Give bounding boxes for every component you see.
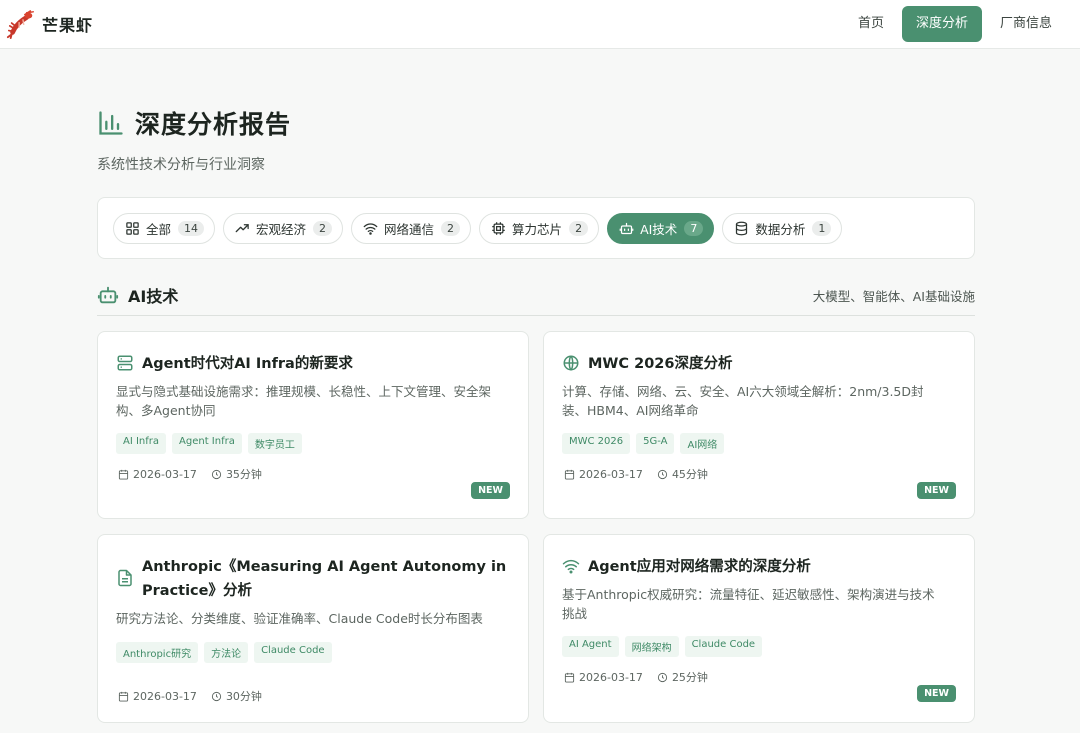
tag: 网络架构 [624, 636, 679, 657]
card-duration: 35分钟 [225, 468, 262, 481]
card-tags: AI Infra Agent Infra 数字员工 [116, 433, 308, 454]
section-description: 大模型、智能体、AI基础设施 [812, 289, 975, 304]
top-navigation-bar: 芒果虾 首页 深度分析 厂商信息 [0, 0, 1080, 49]
brand-name: 芒果虾 [42, 16, 94, 35]
card-date: 2026-03-17 [133, 689, 197, 703]
tag: AI Agent [562, 636, 619, 657]
card-meta: 2026-03-17 30分钟 [118, 688, 262, 704]
report-card[interactable]: MWC 2026深度分析 计算、存储、网络、云、安全、AI六大领域全解析：2nm… [543, 331, 975, 519]
nav-deep-analysis[interactable]: 深度分析 [901, 6, 982, 42]
card-date: 2026-03-17 [579, 467, 643, 481]
trending-up-icon [235, 224, 249, 233]
tag: 方法论 [204, 642, 249, 663]
tag: 数字员工 [247, 433, 302, 454]
clock-icon [657, 469, 668, 479]
card-meta: 2026-03-17 25分钟 [564, 669, 708, 685]
card-title: Anthropic《Measuring AI Agent Autonomy in… [142, 559, 507, 599]
page-heading: 深度分析报告 [97, 105, 291, 141]
card-title: Agent应用对网络需求的深度分析 [588, 559, 811, 575]
robot-icon [97, 286, 119, 304]
filter-label: 算力芯片 [512, 222, 563, 237]
clock-icon [211, 469, 222, 479]
card-description: 计算、存储、网络、云、安全、AI六大领域全解析：2nm/3.5D封装、HBM4、… [562, 384, 924, 418]
new-badge: NEW [917, 482, 956, 499]
card-description: 显式与隐式基础设施需求：推理规模、长稳性、上下文管理、安全架构、多Agent协同 [116, 384, 492, 418]
brand[interactable]: 芒果虾 [6, 9, 93, 39]
filter-label: 宏观经济 [256, 222, 307, 237]
filter-data-analysis[interactable]: 数据分析 1 [722, 213, 843, 244]
report-card[interactable]: Agent应用对网络需求的深度分析 基于Anthropic权威研究：流量特征、延… [543, 534, 975, 723]
document-icon [118, 569, 132, 587]
card-description: 研究方法论、分类维度、验证准确率、Claude Code时长分布图表 [116, 611, 483, 626]
card-date: 2026-03-17 [133, 467, 197, 481]
tag: Agent Infra [172, 433, 242, 454]
filter-count: 2 [569, 221, 589, 236]
tag: MWC 2026 [562, 433, 631, 454]
filter-network[interactable]: 网络通信 2 [351, 213, 472, 244]
wifi-icon [562, 559, 580, 574]
filter-count: 7 [684, 221, 704, 236]
tag: AI网络 [680, 433, 725, 454]
card-tags: MWC 2026 5G-A AI网络 [562, 433, 730, 454]
card-duration: 25分钟 [671, 671, 708, 684]
clock-icon [211, 691, 222, 701]
tag: 5G-A [636, 433, 675, 454]
filter-count: 1 [812, 221, 832, 236]
grid-icon [126, 222, 139, 235]
tag: AI Infra [116, 433, 167, 454]
report-card[interactable]: Agent时代对AI Infra的新要求 显式与隐式基础设施需求：推理规模、长稳… [97, 331, 529, 519]
bar-chart-icon [99, 111, 123, 135]
filter-count: 14 [178, 221, 205, 236]
robot-icon [619, 222, 634, 235]
filter-compute-chips[interactable]: 算力芯片 2 [479, 213, 600, 244]
calendar-icon [564, 672, 575, 683]
card-date: 2026-03-17 [579, 670, 643, 684]
new-badge: NEW [471, 482, 510, 499]
section-header: AI技术 大模型、智能体、AI基础设施 [97, 283, 975, 316]
category-filter-panel: 全部 14 宏观经济 2 网络通信 2 算力芯片 2 AI技术 7 数据分析 1 [97, 197, 975, 259]
page-title: 深度分析报告 [135, 110, 292, 139]
card-tags: AI Agent 网络架构 Claude Code [562, 636, 768, 657]
filter-macro-economy[interactable]: 宏观经济 2 [223, 213, 344, 244]
card-duration: 30分钟 [225, 690, 262, 703]
card-meta: 2026-03-17 45分钟 [564, 466, 708, 482]
filter-count: 2 [313, 221, 333, 236]
database-icon [736, 221, 748, 236]
card-description: 基于Anthropic权威研究：流量特征、延迟敏感性、架构演进与技术挑战 [562, 587, 935, 621]
filter-label: AI技术 [640, 222, 678, 237]
tag: Anthropic研究 [116, 642, 199, 663]
card-duration: 45分钟 [671, 468, 708, 481]
card-title: Agent时代对AI Infra的新要求 [142, 356, 353, 372]
tag: Claude Code [254, 642, 332, 663]
wifi-icon [363, 223, 378, 235]
clock-icon [657, 672, 668, 682]
lobster-logo-icon [6, 10, 34, 39]
new-badge: NEW [917, 685, 956, 702]
server-icon [117, 355, 133, 371]
calendar-icon [564, 469, 575, 480]
nav-home[interactable]: 首页 [846, 6, 896, 42]
filter-count: 2 [441, 221, 461, 236]
filter-label: 数据分析 [755, 222, 806, 237]
calendar-icon [118, 691, 129, 702]
card-meta: 2026-03-17 35分钟 [118, 466, 262, 482]
filter-ai-tech[interactable]: AI技术 7 [607, 213, 715, 244]
main-nav: 首页 深度分析 厂商信息 [840, 6, 1064, 42]
chip-icon [492, 222, 505, 235]
card-tags: Anthropic研究 方法论 Claude Code [116, 642, 338, 663]
section-title: AI技术 [128, 287, 179, 306]
filter-all[interactable]: 全部 14 [113, 213, 216, 244]
calendar-icon [118, 469, 129, 480]
globe-icon [563, 355, 579, 371]
filter-label: 网络通信 [384, 222, 435, 237]
tag: Claude Code [684, 636, 763, 657]
card-title: MWC 2026深度分析 [588, 356, 733, 372]
report-card[interactable]: Anthropic《Measuring AI Agent Autonomy in… [97, 534, 529, 723]
filter-label: 全部 [146, 222, 172, 237]
page-subtitle: 系统性技术分析与行业洞察 [97, 157, 265, 173]
nav-vendor-info[interactable]: 厂商信息 [988, 6, 1064, 42]
